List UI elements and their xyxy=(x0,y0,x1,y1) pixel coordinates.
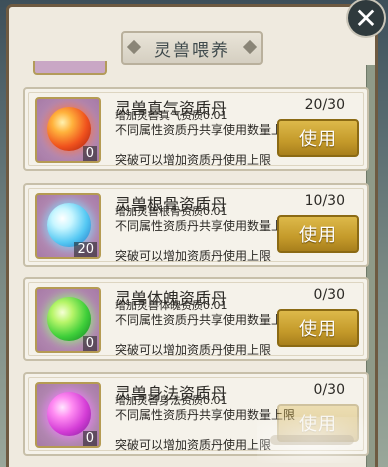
list-item: 0 灵兽体魄资质丹 增加灵兽体魄资质0.01 不同属性资质丹共享使用数量上限 突… xyxy=(23,277,369,361)
previous-item-edge xyxy=(33,61,107,75)
pill-effect: 增加灵兽身法资质0.01 xyxy=(115,394,228,407)
usage-progress: 10/30 xyxy=(304,193,345,209)
pill-slot[interactable]: 20 xyxy=(35,193,101,259)
pill-count: 0 xyxy=(82,336,97,351)
pill-shared-note: 不同属性资质丹共享使用数量上限 xyxy=(115,219,296,233)
list-item: 0 灵兽真气资质丹 增加灵兽真气资质0.01 不同属性资质丹共享使用数量上限 突… xyxy=(23,87,369,171)
pill-shared-note: 不同属性资质丹共享使用数量上限 xyxy=(115,123,296,137)
purple-pill-icon xyxy=(47,392,91,436)
list-item: 20 灵兽根骨资质丹 增加灵兽根骨资质0.01 不同属性资质丹共享使用数量上限 … xyxy=(23,183,369,267)
pill-slot[interactable]: 0 xyxy=(35,382,101,448)
use-button[interactable]: 使用 xyxy=(277,119,359,157)
pill-count: 20 xyxy=(74,242,97,257)
close-icon[interactable]: ✕ xyxy=(348,0,384,36)
pill-slot[interactable]: 0 xyxy=(35,287,101,353)
use-button[interactable]: 使用 xyxy=(277,309,359,347)
pill-count: 0 xyxy=(82,431,97,446)
green-pill-icon xyxy=(47,297,91,341)
use-button[interactable]: 使用 xyxy=(277,215,359,253)
watermark-mark xyxy=(270,435,354,445)
feed-panel: 灵兽喂养 0 灵兽真气资质丹 增加灵兽真气资质0.01 不同属性资质丹共享使用数… xyxy=(6,4,378,467)
usage-progress: 20/30 xyxy=(304,97,345,113)
pill-effect: 增加灵兽真气资质0.01 xyxy=(115,109,228,122)
usage-progress: 0/30 xyxy=(313,382,345,398)
pill-effect: 增加灵兽根骨资质0.01 xyxy=(115,205,228,218)
pill-effect: 增加灵兽体魄资质0.01 xyxy=(115,299,228,312)
watermark xyxy=(257,417,367,463)
cyan-pill-icon xyxy=(47,203,91,247)
pill-breakthrough-note: 突破可以增加资质丹使用上限 xyxy=(115,153,272,167)
pill-breakthrough-note: 突破可以增加资质丹使用上限 xyxy=(115,343,272,357)
pill-list: 0 灵兽真气资质丹 增加灵兽真气资质0.01 不同属性资质丹共享使用数量上限 突… xyxy=(23,61,369,467)
title-banner: 灵兽喂养 xyxy=(121,31,263,65)
pill-shared-note: 不同属性资质丹共享使用数量上限 xyxy=(115,313,296,327)
red-pill-icon xyxy=(47,107,91,151)
pill-count: 0 xyxy=(82,146,97,161)
usage-progress: 0/30 xyxy=(313,287,345,303)
pill-breakthrough-note: 突破可以增加资质丹使用上限 xyxy=(115,438,272,452)
pill-slot[interactable]: 0 xyxy=(35,97,101,163)
pill-breakthrough-note: 突破可以增加资质丹使用上限 xyxy=(115,249,272,263)
page-title: 灵兽喂养 xyxy=(154,40,230,61)
